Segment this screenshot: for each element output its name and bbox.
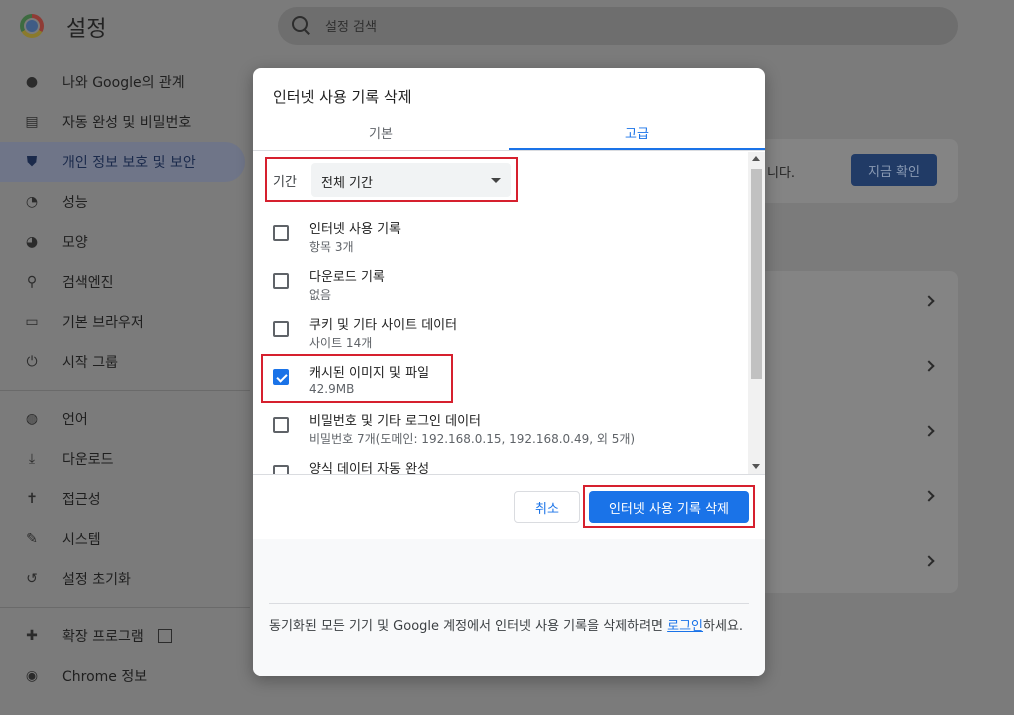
checkbox-cookies[interactable] (273, 321, 289, 337)
highlight-box-clear-button (583, 485, 755, 528)
sidebar-item-label: 시스템 (62, 532, 101, 548)
safety-check-text: 니다. (767, 166, 796, 181)
sidebar-item-downloads[interactable]: ⤓ 다운로드 (0, 439, 250, 479)
tab-basic[interactable]: 기본 (253, 116, 509, 148)
clear-browsing-data-dialog: 인터넷 사용 기록 삭제 기본 고급 기간 전체 기간 인터넷 사용 기록 항목… (253, 68, 765, 676)
sidebar-item-label: 설정 초기화 (62, 572, 131, 588)
palette-icon: ◕ (25, 234, 39, 250)
sync-info-area: 동기화된 모든 기기 및 Google 계정에서 인터넷 사용 기록을 삭제하려… (253, 539, 765, 676)
external-link-icon (157, 629, 172, 643)
dialog-content: 기간 전체 기간 인터넷 사용 기록 항목 3개 다운로드 기록 없음 쿠키 및… (253, 152, 765, 474)
sidebar-divider (0, 390, 250, 391)
sidebar-item-performance[interactable]: ◔ 성능 (0, 182, 250, 222)
shield-icon: ⛊ (26, 154, 38, 170)
sidebar-item-label: 자동 완성 및 비밀번호 (62, 115, 192, 131)
app-title: 설정 (66, 17, 107, 42)
globe-icon: ◍ (25, 411, 39, 427)
sidebar-item-appearance[interactable]: ◕ 모양 (0, 222, 250, 262)
sidebar-item-label: Chrome 정보 (62, 669, 148, 685)
sidebar-item-label: 다운로드 (62, 452, 114, 468)
sidebar-item-label: 모양 (62, 235, 88, 251)
item-title: 비밀번호 및 기타 로그인 데이터 (309, 414, 482, 429)
sidebar-item-label: 개인 정보 보호 및 보안 (62, 155, 196, 171)
checkbox-browsing-history[interactable] (273, 225, 289, 241)
sidebar-item-about-chrome[interactable]: ◉ Chrome 정보 (0, 656, 250, 696)
chrome-logo-icon (20, 14, 44, 38)
item-title: 다운로드 기록 (309, 270, 385, 285)
sync-info-text: 동기화된 모든 기기 및 Google 계정에서 인터넷 사용 기록을 삭제하려… (269, 617, 749, 637)
sync-divider (269, 603, 749, 604)
sidebar-item-label: 검색엔진 (62, 275, 114, 291)
sidebar-item-label: 나와 Google의 관계 (62, 75, 185, 91)
highlight-box-time-range (265, 157, 518, 202)
checkbox-row-download-history[interactable]: 다운로드 기록 없음 (253, 258, 748, 306)
sidebar-item-label: 접근성 (62, 492, 101, 508)
tab-advanced[interactable]: 고급 (509, 116, 765, 150)
checkbox-row-autofill-form[interactable]: 양식 데이터 자동 완성 (253, 450, 748, 474)
sidebar-item-label: 기본 브라우저 (62, 315, 144, 331)
sign-in-link[interactable]: 로그인 (667, 619, 703, 634)
dialog-title: 인터넷 사용 기록 삭제 (273, 88, 412, 106)
sidebar-item-search-engine[interactable]: ⚲ 검색엔진 (0, 262, 250, 302)
sync-text-before: 동기화된 모든 기기 및 Google 계정에서 인터넷 사용 기록을 삭제하려… (269, 619, 668, 634)
item-title: 쿠키 및 기타 사이트 데이터 (309, 318, 458, 333)
sidebar-divider (0, 607, 250, 608)
item-subtitle: 비밀번호 7개(도메인: 192.168.0.15, 192.168.0.49,… (309, 432, 636, 446)
sidebar-item-label: 성능 (62, 195, 88, 211)
cancel-button[interactable]: 취소 (514, 491, 580, 523)
check-now-button[interactable]: 지금 확인 (851, 154, 937, 186)
sidebar-item-label: 확장 프로그램 (62, 629, 144, 645)
search-icon (292, 16, 308, 32)
sidebar-item-on-startup[interactable]: ⏻ 시작 그룹 (0, 342, 250, 382)
settings-search-input[interactable] (278, 7, 958, 45)
power-icon: ⏻ (26, 354, 38, 370)
checkbox-passwords[interactable] (273, 417, 289, 433)
download-icon: ⤓ (28, 451, 36, 467)
sidebar-item-autofill[interactable]: ▤ 자동 완성 및 비밀번호 (0, 102, 250, 142)
checkbox-row-passwords[interactable]: 비밀번호 및 기타 로그인 데이터 비밀번호 7개(도메인: 192.168.0… (253, 402, 748, 450)
content-scrollbar[interactable] (748, 152, 765, 474)
wrench-icon: ✎ (26, 531, 38, 547)
sidebar-item-privacy[interactable]: ⛊ 개인 정보 보호 및 보안 (0, 142, 245, 182)
dialog-tabs: 기본 고급 (253, 116, 765, 151)
item-title: 인터넷 사용 기록 (309, 222, 401, 237)
sidebar-item-system[interactable]: ✎ 시스템 (0, 519, 250, 559)
scrollbar-thumb[interactable] (751, 169, 762, 379)
search-icon: ⚲ (26, 274, 38, 290)
checkbox-autofill-form[interactable] (273, 465, 289, 474)
sidebar-item-reset[interactable]: ↺ 설정 초기화 (0, 559, 250, 599)
scroll-up-arrow-icon[interactable] (752, 156, 760, 161)
reset-icon: ↺ (26, 571, 38, 587)
sidebar-item-label: 시작 그룹 (62, 355, 118, 371)
puzzle-icon: ✚ (26, 628, 38, 644)
item-subtitle: 항목 3개 (309, 240, 354, 254)
sidebar-item-accessibility[interactable]: ✝ 접근성 (0, 479, 250, 519)
item-title: 양식 데이터 자동 완성 (309, 462, 430, 474)
sync-text-after: 하세요. (703, 619, 744, 634)
search-placeholder: 설정 검색 (325, 20, 377, 35)
accessibility-icon: ✝ (26, 491, 38, 507)
sidebar-nav: ● 나와 Google의 관계 ▤ 자동 완성 및 비밀번호 ⛊ 개인 정보 보… (0, 62, 250, 696)
sidebar-item-languages[interactable]: ◍ 언어 (0, 399, 250, 439)
sidebar-item-label: 언어 (62, 412, 88, 428)
checkbox-row-browsing-history[interactable]: 인터넷 사용 기록 항목 3개 (253, 210, 748, 258)
chrome-icon: ◉ (25, 668, 39, 684)
sidebar-item-you-and-google[interactable]: ● 나와 Google의 관계 (0, 62, 250, 102)
footer-divider (253, 474, 765, 475)
clipboard-icon: ▤ (25, 114, 39, 130)
browser-icon: ▭ (25, 314, 39, 330)
item-subtitle: 사이트 14개 (309, 336, 373, 350)
speedometer-icon: ◔ (25, 194, 39, 210)
item-subtitle: 없음 (309, 288, 332, 302)
checkbox-download-history[interactable] (273, 273, 289, 289)
highlight-box-cached-images (261, 354, 453, 403)
person-icon: ● (25, 74, 39, 90)
sidebar-item-extensions[interactable]: ✚ 확장 프로그램 (0, 616, 250, 656)
sidebar-item-default-browser[interactable]: ▭ 기본 브라우저 (0, 302, 250, 342)
checkbox-row-cookies[interactable]: 쿠키 및 기타 사이트 데이터 사이트 14개 (253, 306, 748, 354)
scroll-down-arrow-icon[interactable] (752, 464, 760, 469)
